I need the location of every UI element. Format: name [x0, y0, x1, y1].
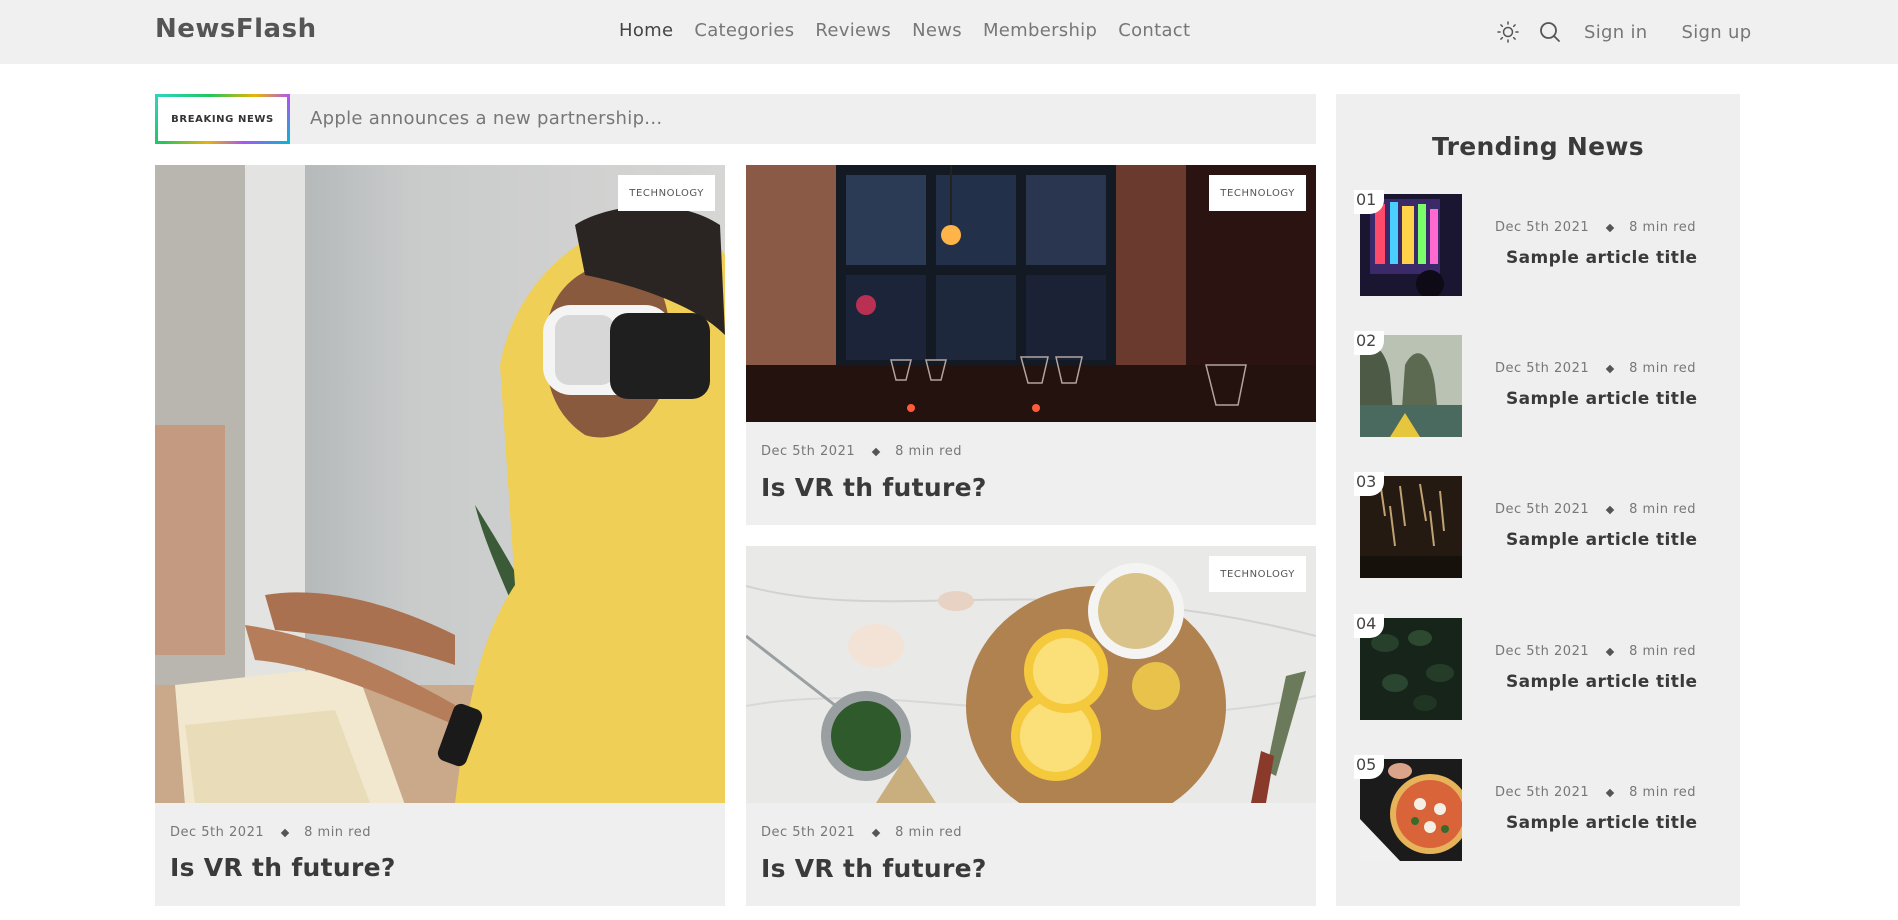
article-date: Dec 5th 2021 [170, 825, 265, 840]
article-read-time: 8 min red [304, 825, 371, 840]
nav-link-membership[interactable]: Membership [983, 20, 1097, 41]
separator-diamond-icon [871, 447, 881, 456]
top-navbar: NewsFlash Home Categories Reviews News M… [0, 0, 1898, 64]
trending-item[interactable]: 05 Dec 5th 2021 8 min red Sample article… [1354, 755, 1734, 867]
article-tag[interactable]: TECHNOLOGY [1209, 556, 1306, 592]
nav-link-news[interactable]: News [912, 20, 962, 41]
trending-read-time: 8 min red [1629, 644, 1696, 659]
trending-item[interactable]: 04 Dec 5th 2021 8 min red Sample article… [1354, 614, 1734, 726]
article-date: Dec 5th 2021 [761, 444, 856, 459]
article-title[interactable]: Is VR th future? [170, 853, 396, 882]
trending-read-time: 8 min red [1629, 785, 1696, 800]
trending-article-title[interactable]: Sample article title [1506, 389, 1697, 409]
trending-date: Dec 5th 2021 [1495, 785, 1590, 800]
header-actions: Sign in Sign up [1494, 18, 1751, 46]
separator-diamond-icon [1605, 788, 1615, 797]
trending-news-sidebar: Trending News 01 Dec 5th 2021 8 min red … [1336, 94, 1740, 906]
article-meta: Dec 5th 2021 8 min red [761, 825, 962, 840]
site-logo[interactable]: NewsFlash [155, 14, 317, 44]
search-icon[interactable] [1536, 18, 1564, 46]
trending-meta: Dec 5th 2021 8 min red [1495, 502, 1696, 517]
article-card[interactable]: TECHNOLOGY Dec 5th 2021 8 min red Is VR … [746, 546, 1316, 906]
nav-link-home[interactable]: Home [619, 20, 673, 41]
trending-read-time: 8 min red [1629, 361, 1696, 376]
sun-icon[interactable] [1494, 18, 1522, 46]
nav-link-reviews[interactable]: Reviews [815, 20, 891, 41]
sign-in-link[interactable]: Sign in [1584, 22, 1648, 43]
nav-link-contact[interactable]: Contact [1118, 20, 1190, 41]
article-tag[interactable]: TECHNOLOGY [1209, 175, 1306, 211]
article-title[interactable]: Is VR th future? [761, 473, 987, 502]
breaking-news-text[interactable]: Apple announces a new partnership... [310, 108, 662, 129]
article-card[interactable]: TECHNOLOGY Dec 5th 2021 8 min red Is VR … [746, 165, 1316, 525]
trending-meta: Dec 5th 2021 8 min red [1495, 785, 1696, 800]
breaking-news-badge: BREAKING NEWS [155, 94, 290, 144]
separator-diamond-icon [1605, 364, 1615, 373]
trending-read-time: 8 min red [1629, 502, 1696, 517]
separator-diamond-icon [1605, 223, 1615, 232]
vr-headset-photo [155, 165, 725, 803]
trending-date: Dec 5th 2021 [1495, 220, 1590, 235]
separator-diamond-icon [280, 828, 290, 837]
nav-link-categories[interactable]: Categories [694, 20, 794, 41]
trending-item[interactable]: 02 Dec 5th 2021 8 min red Sample article… [1354, 331, 1734, 443]
article-date: Dec 5th 2021 [761, 825, 856, 840]
article-tag[interactable]: TECHNOLOGY [618, 175, 715, 211]
separator-diamond-icon [1605, 647, 1615, 656]
trending-article-title[interactable]: Sample article title [1506, 248, 1697, 268]
article-meta: Dec 5th 2021 8 min red [170, 825, 371, 840]
trending-meta: Dec 5th 2021 8 min red [1495, 644, 1696, 659]
trending-item[interactable]: 01 Dec 5th 2021 8 min red Sample article… [1354, 190, 1734, 302]
main-nav: Home Categories Reviews News Membership … [619, 20, 1190, 41]
article-read-time: 8 min red [895, 444, 962, 459]
separator-diamond-icon [871, 828, 881, 837]
trending-date: Dec 5th 2021 [1495, 502, 1590, 517]
trending-item[interactable]: 03 Dec 5th 2021 8 min red Sample article… [1354, 472, 1734, 584]
trending-article-title[interactable]: Sample article title [1506, 672, 1697, 692]
trending-article-title[interactable]: Sample article title [1506, 813, 1697, 833]
trending-date: Dec 5th 2021 [1495, 361, 1590, 376]
breaking-news-bar: BREAKING NEWS Apple announces a new part… [155, 94, 1316, 144]
article-title[interactable]: Is VR th future? [761, 854, 987, 883]
article-meta: Dec 5th 2021 8 min red [761, 444, 962, 459]
sign-up-link[interactable]: Sign up [1682, 22, 1752, 43]
trending-meta: Dec 5th 2021 8 min red [1495, 220, 1696, 235]
trending-article-title[interactable]: Sample article title [1506, 530, 1697, 550]
featured-article-card[interactable]: TECHNOLOGY Dec 5th 2021 8 min red Is VR … [155, 165, 725, 906]
trending-read-time: 8 min red [1629, 220, 1696, 235]
trending-meta: Dec 5th 2021 8 min red [1495, 361, 1696, 376]
trending-news-title: Trending News [1431, 132, 1644, 161]
article-read-time: 8 min red [895, 825, 962, 840]
trending-date: Dec 5th 2021 [1495, 644, 1590, 659]
separator-diamond-icon [1605, 505, 1615, 514]
